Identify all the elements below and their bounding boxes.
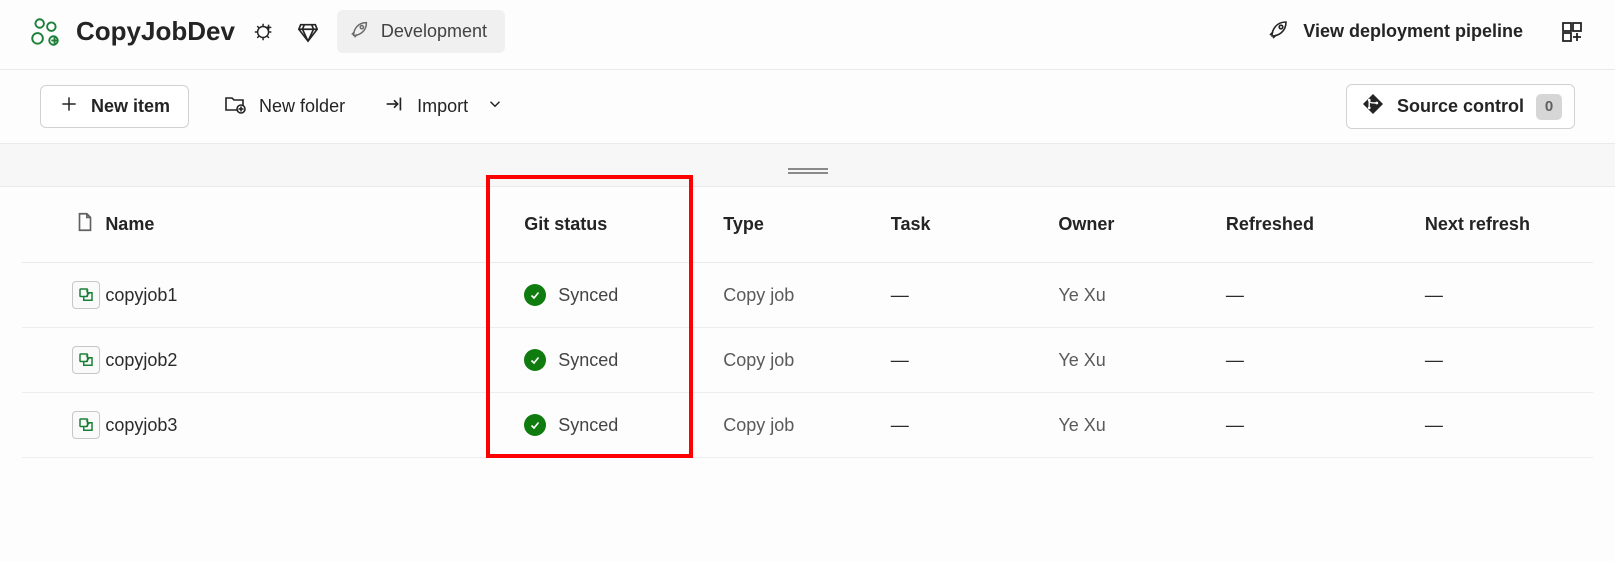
- rocket-icon: [349, 18, 371, 45]
- new-folder-button[interactable]: New folder: [219, 84, 349, 129]
- table-row[interactable]: copyjob1 Synced Copy job — Ye Xu — —: [22, 263, 1593, 328]
- new-item-button[interactable]: New item: [40, 85, 189, 128]
- deployment-link-label: View deployment pipeline: [1303, 21, 1523, 42]
- git-status-text: Synced: [558, 285, 618, 306]
- check-circle-icon: [524, 349, 546, 371]
- workspace-settings-icon[interactable]: [249, 17, 279, 47]
- workspace-title: CopyJobDev: [76, 16, 235, 47]
- item-type: Copy job: [713, 263, 881, 328]
- check-circle-icon: [524, 414, 546, 436]
- item-next-refresh: —: [1415, 328, 1593, 393]
- resize-grip-bar[interactable]: [0, 143, 1615, 187]
- column-header-task[interactable]: Task: [881, 187, 1049, 263]
- column-header-refreshed[interactable]: Refreshed: [1216, 187, 1415, 263]
- source-control-count: 0: [1536, 94, 1562, 120]
- actions-bar: New item New folder Import: [0, 70, 1615, 143]
- new-item-label: New item: [91, 96, 170, 117]
- column-header-icon[interactable]: [22, 187, 95, 263]
- premium-diamond-icon[interactable]: [293, 17, 323, 47]
- item-name[interactable]: copyjob3: [95, 393, 514, 458]
- item-task: —: [881, 328, 1049, 393]
- plus-icon: [59, 94, 79, 119]
- git-status-text: Synced: [558, 350, 618, 371]
- item-owner: Ye Xu: [1048, 328, 1216, 393]
- rocket-icon: [1267, 17, 1291, 46]
- git-branch-icon: [1361, 92, 1385, 121]
- import-button[interactable]: Import: [379, 85, 508, 128]
- source-control-label: Source control: [1397, 96, 1524, 117]
- check-circle-icon: [524, 284, 546, 306]
- environment-pill[interactable]: Development: [337, 10, 505, 53]
- environment-label: Development: [381, 21, 487, 42]
- table-row[interactable]: copyjob3 Synced Copy job — Ye Xu — —: [22, 393, 1593, 458]
- column-header-git-status[interactable]: Git status: [514, 187, 713, 263]
- column-header-type[interactable]: Type: [713, 187, 881, 263]
- source-control-button[interactable]: Source control 0: [1346, 84, 1575, 129]
- item-owner: Ye Xu: [1048, 393, 1216, 458]
- column-header-name[interactable]: Name: [95, 187, 514, 263]
- item-type: Copy job: [713, 393, 881, 458]
- new-folder-label: New folder: [259, 96, 345, 117]
- item-next-refresh: —: [1415, 393, 1593, 458]
- items-table: Name Git status Type Task Owner Refreshe…: [0, 187, 1615, 458]
- view-deployment-pipeline-link[interactable]: View deployment pipeline: [1257, 11, 1533, 52]
- top-bar: CopyJobDev Development: [0, 0, 1615, 70]
- item-refreshed: —: [1216, 393, 1415, 458]
- table-header-row: Name Git status Type Task Owner Refreshe…: [22, 187, 1593, 263]
- item-name[interactable]: copyjob2: [95, 328, 514, 393]
- document-icon: [74, 217, 96, 237]
- copy-job-icon: [72, 411, 100, 439]
- column-header-owner[interactable]: Owner: [1048, 187, 1216, 263]
- app-switcher-icon[interactable]: [1557, 17, 1587, 47]
- copy-job-icon: [72, 346, 100, 374]
- item-type: Copy job: [713, 328, 881, 393]
- item-task: —: [881, 263, 1049, 328]
- column-header-next-refresh[interactable]: Next refresh: [1415, 187, 1593, 263]
- item-task: —: [881, 393, 1049, 458]
- chevron-down-icon: [486, 95, 504, 118]
- item-refreshed: —: [1216, 263, 1415, 328]
- import-icon: [383, 93, 405, 120]
- table-row[interactable]: copyjob2 Synced Copy job — Ye Xu — —: [22, 328, 1593, 393]
- item-refreshed: —: [1216, 328, 1415, 393]
- item-owner: Ye Xu: [1048, 263, 1216, 328]
- item-next-refresh: —: [1415, 263, 1593, 328]
- copy-job-icon: [72, 281, 100, 309]
- folder-plus-icon: [223, 92, 247, 121]
- item-name[interactable]: copyjob1: [95, 263, 514, 328]
- workspace-icon: [28, 15, 62, 49]
- grip-icon: [788, 162, 828, 168]
- import-label: Import: [417, 96, 468, 117]
- git-status-text: Synced: [558, 415, 618, 436]
